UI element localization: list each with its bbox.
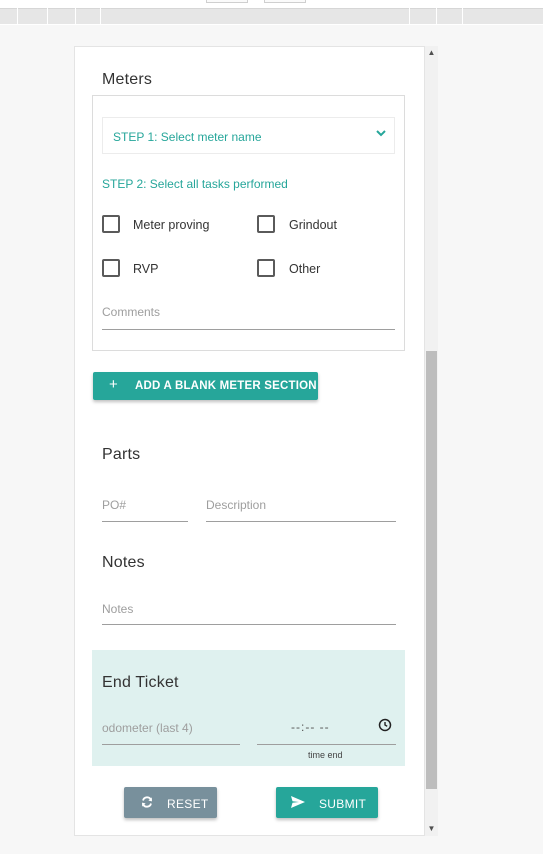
add-meter-section-button[interactable]: + ADD A BLANK METER SECTION: [93, 372, 318, 400]
notes-underline: [102, 624, 396, 625]
po-number-input[interactable]: PO#: [102, 498, 126, 512]
checkbox-label-grindout: Grindout: [289, 218, 337, 232]
scroll-down-arrow-icon[interactable]: ▼: [425, 822, 438, 836]
comments-input[interactable]: Comments: [102, 305, 160, 319]
scroll-thumb[interactable]: [426, 351, 437, 789]
time-end-underline: [257, 744, 396, 745]
time-end-hint: time end: [308, 750, 343, 760]
meter-select-label: STEP 1: Select meter name: [113, 130, 262, 144]
vertical-scrollbar[interactable]: ▲ ▼: [425, 46, 438, 836]
notes-section-title: Notes: [102, 554, 145, 571]
toolbar-separator: [17, 8, 18, 24]
toolbar-separator: [409, 8, 410, 24]
odometer-underline: [102, 744, 240, 745]
clock-icon[interactable]: [378, 718, 392, 732]
meters-section-title: Meters: [102, 71, 153, 88]
submit-button-label: SUBMIT: [319, 797, 367, 811]
po-number-underline: [102, 521, 188, 522]
time-end-input[interactable]: --:-- --: [291, 720, 330, 734]
end-ticket-panel: [92, 650, 405, 766]
meter-name-select[interactable]: STEP 1: Select meter name: [102, 117, 395, 154]
toolbar-separator: [100, 8, 101, 24]
end-ticket-section-title: End Ticket: [102, 674, 179, 691]
toolbar-tab-marker: [206, 0, 248, 3]
toolbar-separator: [462, 8, 463, 24]
toolbar-separator: [75, 8, 76, 24]
checkbox-grindout[interactable]: [257, 215, 275, 233]
checkbox-rvp[interactable]: [102, 259, 120, 277]
add-meter-section-label: ADD A BLANK METER SECTION: [135, 380, 317, 392]
scroll-up-arrow-icon[interactable]: ▲: [425, 46, 438, 60]
step2-label: STEP 2: Select all tasks performed: [102, 177, 288, 191]
reset-button-label: RESET: [167, 797, 209, 811]
top-toolbar-strip: [0, 0, 543, 25]
chevron-down-icon: [376, 130, 386, 137]
toolbar-tab-marker: [264, 0, 306, 3]
description-underline: [206, 521, 396, 522]
refresh-icon: [142, 796, 152, 808]
checkbox-label-rvp: RVP: [133, 262, 159, 276]
checkbox-other[interactable]: [257, 259, 275, 277]
toolbar-separator: [436, 8, 437, 24]
comments-underline: [102, 329, 395, 330]
description-input[interactable]: Description: [206, 498, 266, 512]
notes-input[interactable]: Notes: [102, 602, 133, 616]
toolbar-separator: [47, 8, 48, 24]
reset-button[interactable]: RESET: [124, 787, 217, 818]
plus-icon: +: [109, 376, 118, 393]
odometer-input[interactable]: odometer (last 4): [102, 721, 193, 735]
send-icon: [291, 796, 305, 808]
checkbox-label-other: Other: [289, 262, 321, 276]
parts-section-title: Parts: [102, 446, 141, 463]
checkbox-label-meter-proving: Meter proving: [133, 218, 210, 232]
checkbox-meter-proving[interactable]: [102, 215, 120, 233]
submit-button[interactable]: SUBMIT: [276, 787, 378, 818]
